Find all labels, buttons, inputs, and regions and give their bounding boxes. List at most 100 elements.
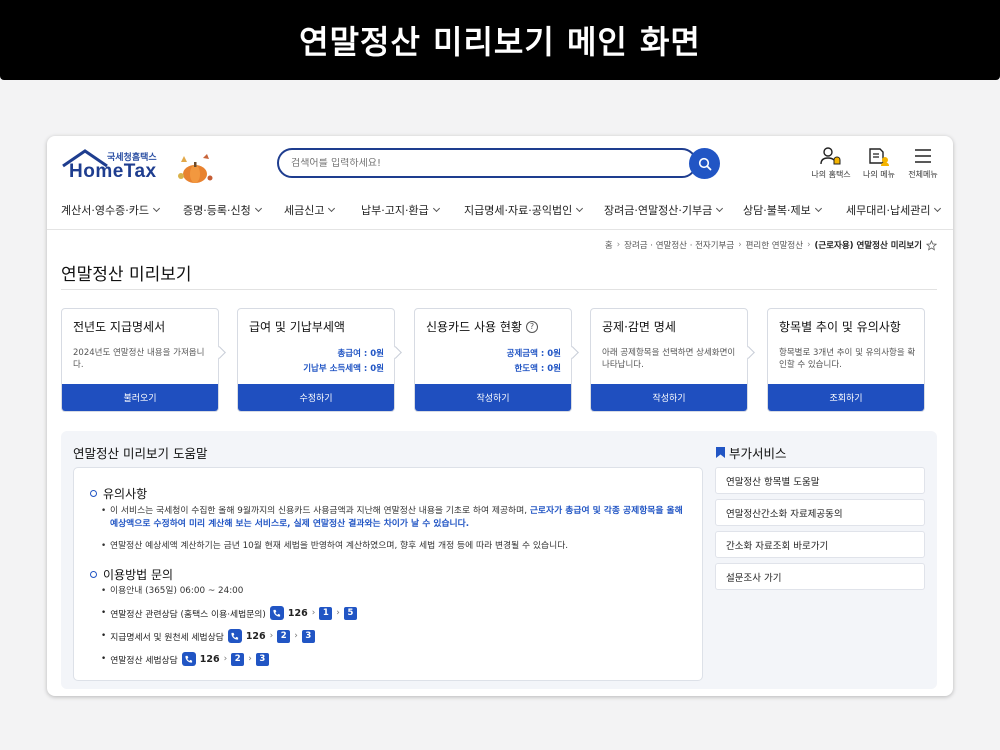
nav-item-year-end[interactable]: 장려금·연말정산·기부금	[604, 202, 724, 218]
pumpkin-decoration-icon	[178, 154, 213, 183]
section-title: 유의사항	[103, 487, 148, 501]
menu-step-number: 2	[231, 652, 245, 666]
write-button[interactable]: 작성하기	[591, 384, 747, 411]
contact-label: 연말정산 세법상담	[110, 655, 178, 666]
view-button[interactable]: 조회하기	[768, 384, 924, 411]
star-favorite-icon[interactable]	[926, 239, 937, 251]
step-arrow-icon: ›	[269, 631, 274, 641]
my-hometax-button[interactable]: 나의 홈택스	[805, 146, 857, 180]
step-arrow-icon: ›	[248, 654, 252, 664]
chevron-down-icon	[814, 204, 822, 213]
card-title: 급여 및 기납부세액	[249, 320, 345, 334]
section-title: 이용방법 문의	[103, 568, 174, 582]
nav-item-statement[interactable]: 지급명세·자료·공익법인	[464, 202, 584, 218]
nav-item-agent[interactable]: 세무대리·납세관리	[846, 202, 942, 218]
card-title: 공제·감면 명세	[602, 320, 676, 334]
help-content-box: 유의사항 • 이 서비스는 국세청이 수집한 올해 9월까지의 신용카드 사용금…	[73, 467, 703, 681]
circle-bullet-icon	[90, 490, 97, 497]
bullet-dot: •	[101, 654, 107, 664]
side-link-data-consent[interactable]: 연말정산간소화 자료제공동의	[715, 499, 925, 526]
inquiry-heading: 이용방법 문의	[90, 566, 173, 583]
card-title: 항목별 추이 및 유의사항	[779, 320, 901, 334]
card-title: 신용카드 사용 현황 ?	[426, 318, 538, 335]
full-menu-button[interactable]: 전체메뉴	[897, 146, 949, 180]
card-description: 2024년도 연말정산 내용을 가져옵니다.	[73, 348, 205, 370]
chevron-down-icon	[254, 204, 262, 213]
side-link-deduction-help[interactable]: 연말정산 항목별 도움말	[715, 467, 925, 494]
prepaid-tax-value: 기납부 소득세액 : 0원	[303, 364, 384, 374]
util-label: 전체메뉴	[908, 170, 938, 179]
deduction-amount-value: 공제금액 : 0원	[506, 349, 561, 359]
menu-step-number: 3	[255, 652, 269, 666]
menu-step-number: 1	[319, 606, 333, 620]
browser-window: 국세청홈택스 HomeTax 나의 홈택스	[47, 136, 953, 696]
step-arrow-icon: ›	[294, 631, 298, 641]
bullet-dot: •	[101, 506, 107, 516]
write-button[interactable]: 작성하기	[415, 384, 571, 411]
search-input[interactable]	[291, 157, 671, 169]
card-values: 공제금액 : 0원 한도액 : 0원	[507, 347, 561, 377]
breadcrumb-item[interactable]: 편리한 연말정산	[746, 239, 803, 251]
contact-label: 지급명세서 및 원천세 세법상담	[110, 632, 224, 643]
edit-button[interactable]: 수정하기	[238, 384, 394, 411]
inquiry-hours: • 이용안내 (365일) 06:00 ~ 24:00	[101, 585, 691, 598]
contact-row: • 연말정산 관련상담 (홈택스 이용·세법문의) 126 › 1 › 5	[101, 606, 357, 620]
nav-label: 상담·불복·제보	[743, 204, 811, 217]
search-button[interactable]	[689, 148, 720, 179]
hometax-logo[interactable]: 국세청홈택스 HomeTax	[61, 148, 221, 188]
help-icon[interactable]: ?	[525, 320, 538, 333]
my-menu-icon	[869, 148, 889, 166]
chevron-down-icon	[934, 204, 942, 213]
bullet-dot: •	[101, 608, 107, 618]
notice-text: 연말정산 예상세액 계산하기는 금년 10월 현재 세법을 반영하여 계산하였으…	[110, 541, 569, 551]
step-arrow-icon: ›	[336, 608, 340, 618]
user-bell-icon	[820, 147, 841, 165]
util-label: 나의 홈택스	[811, 170, 851, 179]
circle-bullet-icon	[90, 571, 97, 578]
phone-number: 126	[245, 630, 266, 642]
step-arrow-icon: ›	[223, 654, 228, 664]
top-banner: 연말정산 미리보기 메인 화면	[0, 0, 1000, 80]
chevron-down-icon	[716, 204, 724, 213]
nav-label: 계산서·영수증·카드	[61, 204, 149, 217]
step-card-salary: 급여 및 기납부세액 총급여 : 0원 기납부 소득세액 : 0원 수정하기	[237, 308, 395, 412]
step-card-deduction: 공제·감면 명세 아래 공제항목을 선택하면 상세화면이 나타납니다. 작성하기	[590, 308, 748, 412]
notice-item: • 이 서비스는 국세청이 수집한 올해 9월까지의 신용카드 사용금액과 지난…	[101, 505, 691, 531]
step-card-prev-statement: 전년도 지급명세서 2024년도 연말정산 내용을 가져옵니다. 불러오기	[61, 308, 219, 412]
load-button[interactable]: 불러오기	[62, 384, 218, 411]
side-title-text: 부가서비스	[729, 446, 787, 461]
phone-icon	[269, 606, 284, 620]
bullet-dot: •	[101, 631, 107, 641]
nav-label: 지급명세·자료·공익법인	[464, 204, 573, 217]
phone-number: 126	[199, 653, 220, 665]
side-link-simplified-data[interactable]: 간소화 자료조회 바로가기	[715, 531, 925, 558]
breadcrumb: 홈 › 장려금 · 연말정산 · 전자기부금 › 편리한 연말정산 › (근로자…	[605, 239, 937, 251]
side-link-survey[interactable]: 설문조사 가기	[715, 563, 925, 590]
notice-heading: 유의사항	[90, 485, 147, 502]
card-description: 항목별로 3개년 추이 및 유의사항을 확인할 수 있습니다.	[779, 348, 916, 370]
util-label: 나의 메뉴	[863, 170, 895, 179]
nav-label: 세금신고	[284, 204, 325, 217]
breadcrumb-item[interactable]: 장려금 · 연말정산 · 전자기부금	[624, 239, 734, 251]
page-title: 연말정산 미리보기	[61, 265, 192, 285]
nav-item-tax-return[interactable]: 세금신고	[284, 202, 336, 218]
breadcrumb-current: (근로자용) 연말정산 미리보기	[814, 241, 922, 251]
menu-step-number: 5	[343, 606, 357, 620]
nav-item-invoice[interactable]: 계산서·영수증·카드	[61, 202, 160, 218]
step-card-credit-card: 신용카드 사용 현황 ? 공제금액 : 0원 한도액 : 0원 작성하기	[414, 308, 572, 412]
chevron-down-icon	[328, 204, 336, 213]
nav-item-payment[interactable]: 납부·고지·환급	[361, 202, 440, 218]
menu-step-number: 2	[277, 629, 291, 643]
card-values: 총급여 : 0원 기납부 소득세액 : 0원	[303, 347, 384, 377]
nav-label: 장려금·연말정산·기부금	[604, 204, 713, 217]
menu-step-number: 3	[301, 629, 315, 643]
breadcrumb-home[interactable]: 홈	[605, 239, 613, 251]
nav-item-consult[interactable]: 상담·불복·제보	[743, 202, 822, 218]
logo-text: HomeTax	[69, 161, 157, 182]
contact-row: • 연말정산 세법상담 126 › 2 › 3	[101, 652, 269, 666]
card-title: 전년도 지급명세서	[73, 320, 166, 334]
step-card-trend: 항목별 추이 및 유의사항 항목별로 3개년 추이 및 유의사항을 확인할 수 …	[767, 308, 925, 412]
chevron-down-icon	[432, 204, 440, 213]
nav-item-certificate[interactable]: 증명·등록·신청	[183, 202, 262, 218]
phone-icon	[227, 629, 242, 643]
